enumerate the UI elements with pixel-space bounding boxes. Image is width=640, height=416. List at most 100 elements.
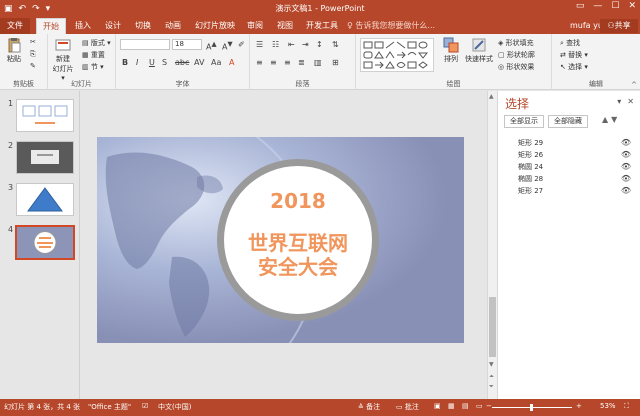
tab-design[interactable]: 设计 [100,18,126,34]
shape-effects-button[interactable]: ◎ 形状效果 [498,62,534,72]
change-case-icon[interactable]: Aa [211,58,221,67]
slide-title-line1[interactable]: 世界互联网 [217,231,379,255]
columns-icon[interactable]: ▥ [314,58,322,67]
scroll-down-icon[interactable]: ▼ [489,361,494,368]
comments-button[interactable]: ▭ 批注 [396,402,419,412]
prev-slide-icon[interactable]: ⏶ [489,373,494,381]
eye-icon[interactable]: 👁 [621,161,631,173]
tab-insert[interactable]: 插入 [70,18,96,34]
new-slide-button[interactable]: 新建 幻灯片 ▾ [50,37,76,82]
list-item[interactable]: 矩形 26 👁 [498,149,640,161]
shape-outline-button[interactable]: ▢ 形状轮廓 [498,50,535,60]
eye-icon[interactable]: 👁 [621,137,631,149]
next-slide-icon[interactable]: ⏷ [489,383,494,391]
slide-thumbnail-3[interactable] [16,183,74,216]
text-direction-icon[interactable]: ⇅ [332,40,339,49]
align-left-icon[interactable]: ≡ [256,58,263,67]
shrink-font-icon[interactable]: A▼ [222,40,233,52]
list-item[interactable]: 椭圆 28 👁 [498,173,640,185]
hide-all-button[interactable]: 全部隐藏 [548,115,588,128]
send-backward-icon[interactable]: ▼ [611,115,617,124]
share-button[interactable]: ⚇共享 [600,19,638,33]
format-painter-icon[interactable]: ✎ [30,62,36,70]
slideshow-icon[interactable]: ▭ [476,402,483,410]
tab-review[interactable]: 审阅 [242,18,268,34]
minimize-icon[interactable]: — [593,1,602,11]
justify-icon[interactable]: ≣ [298,58,305,67]
zoom-in-icon[interactable]: + [576,402,582,410]
bullets-icon[interactable]: ☰ [256,40,263,49]
tab-view[interactable]: 视图 [272,18,298,34]
shapes-gallery[interactable] [360,38,434,72]
font-size-combo[interactable]: 18 [172,39,202,50]
shape-fill-button[interactable]: ◈ 形状填充 [498,38,534,48]
tab-file[interactable]: 文件 [0,18,30,34]
smartart-icon[interactable]: ⊞ [332,58,339,67]
list-item[interactable]: 矩形 29 👁 [498,137,640,149]
scroll-up-icon[interactable]: ▲ [489,93,494,100]
eye-icon[interactable]: 👁 [621,173,631,185]
arrange-button[interactable]: 排列 [440,37,462,64]
layout-button[interactable]: ▤ 版式 ▾ [82,38,111,48]
normal-view-icon[interactable]: ▣ [434,402,441,410]
tab-developer[interactable]: 开发工具 [302,18,342,34]
decrease-indent-icon[interactable]: ⇤ [288,40,295,49]
maximize-icon[interactable]: ☐ [611,1,619,11]
eye-icon[interactable]: 👁 [621,185,631,197]
scroll-thumb[interactable] [489,297,496,357]
fit-slide-icon[interactable]: ⛶ [624,402,629,411]
tab-animations[interactable]: 动画 [160,18,186,34]
pane-close-icon[interactable]: ✕ [627,97,634,106]
slide-thumbnail-2[interactable] [16,141,74,174]
align-center-icon[interactable]: ≡ [270,58,277,67]
reset-button[interactable]: ▦ 重置 [82,50,105,60]
notes-button[interactable]: ≙ 备注 [358,402,380,412]
copy-icon[interactable]: ⎘ [30,50,36,59]
bold-icon[interactable]: B [122,58,128,67]
paste-button[interactable]: 粘贴 [3,37,25,64]
slide-sorter-icon[interactable]: ▦ [448,402,455,410]
char-spacing-icon[interactable]: AV [194,58,204,67]
tab-slideshow[interactable]: 幻灯片放映 [190,18,240,34]
zoom-level[interactable]: 53% [600,402,616,410]
eye-icon[interactable]: 👁 [621,149,631,161]
quick-styles-button[interactable]: 快速样式 [464,37,494,64]
font-color-icon[interactable]: A [229,58,234,67]
italic-icon[interactable]: I [136,58,138,67]
account-name[interactable]: mufa yu [570,18,603,34]
list-item[interactable]: 椭圆 24 👁 [498,161,640,173]
align-right-icon[interactable]: ≡ [284,58,291,67]
slide-thumbnail-4[interactable] [15,225,75,260]
cut-icon[interactable]: ✂ [30,38,36,46]
select-button[interactable]: ↖ 选择 ▾ [560,62,588,72]
slide-year[interactable]: 2018 [217,189,379,213]
shadow-icon[interactable]: S [162,58,167,67]
close-icon[interactable]: ✕ [628,1,636,11]
tab-transitions[interactable]: 切换 [130,18,156,34]
slide-thumbnail-1[interactable] [16,99,74,132]
find-button[interactable]: ⌕ 查找 [560,38,580,48]
line-spacing-icon[interactable]: ↕ [316,40,323,49]
numbering-icon[interactable]: ☷ [272,40,279,49]
list-item[interactable]: 矩形 27 👁 [498,185,640,197]
underline-icon[interactable]: U [149,58,155,67]
zoom-slider-thumb[interactable] [530,404,533,411]
strikethrough-icon[interactable]: abc [175,58,189,67]
current-slide[interactable]: 2018 世界互联网 安全大会 [97,137,464,343]
tell-me-box[interactable]: ♀ 告诉我您想要做什么... [347,18,435,34]
grow-font-icon[interactable]: A▲ [206,40,217,52]
show-all-button[interactable]: 全部显示 [504,115,544,128]
slide-title-line2[interactable]: 安全大会 [217,255,379,279]
section-button[interactable]: ▥ 节 ▾ [82,62,104,72]
clear-format-icon[interactable]: ✐ [238,40,245,49]
spellcheck-icon[interactable]: ☑ [142,402,148,410]
increase-indent-icon[interactable]: ⇥ [302,40,309,49]
tab-home[interactable]: 开始 [36,18,66,34]
pane-options-icon[interactable]: ▾ [617,97,621,106]
bring-forward-icon[interactable]: ▲ [602,115,608,124]
language[interactable]: 中文(中国) [158,402,191,412]
collapse-ribbon-icon[interactable]: ^ [631,81,637,89]
vertical-scrollbar[interactable]: ▲ ▼ ⏶ ⏷ [487,91,497,399]
ribbon-display-icon[interactable]: ▭ [576,1,585,11]
replace-button[interactable]: ⇄ 替换 ▾ [560,50,588,60]
